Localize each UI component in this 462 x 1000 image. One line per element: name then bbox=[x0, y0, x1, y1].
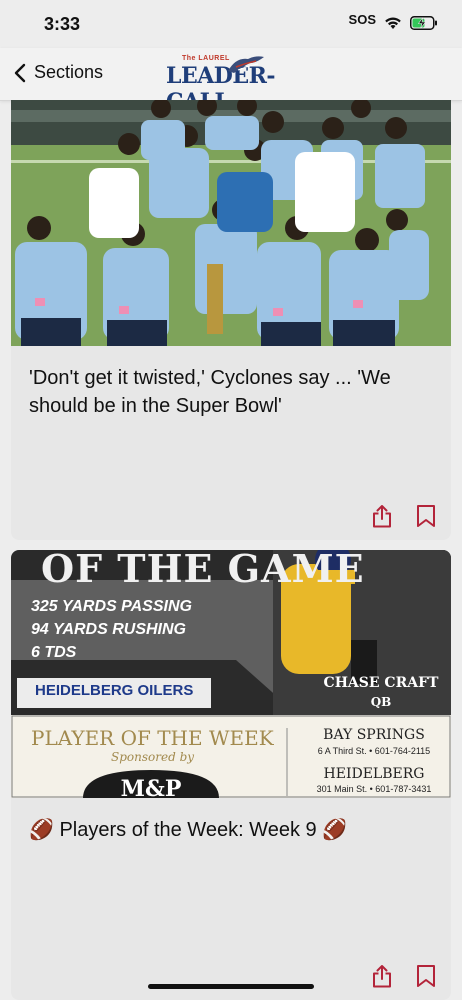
graphic-player-name: CHASE CRAFT bbox=[323, 675, 439, 691]
graphic-stat: 94 YARDS RUSHING bbox=[31, 621, 186, 638]
article-image-player-graphic[interactable]: OF THE GAME 325 YARDS PASSING 94 YARDS R… bbox=[11, 550, 451, 798]
logo-subtitle: The LAUREL bbox=[182, 55, 230, 62]
wifi-icon bbox=[385, 17, 401, 29]
chevron-left-icon bbox=[14, 63, 26, 82]
graphic-stat: 325 YARDS PASSING bbox=[31, 598, 192, 615]
back-button[interactable]: Sections bbox=[14, 62, 103, 83]
article-card[interactable]: OF THE GAME 325 YARDS PASSING 94 YARDS R… bbox=[11, 550, 451, 1000]
status-bar: 3:33 SOS bbox=[0, 0, 462, 48]
battery-charging-icon bbox=[410, 15, 437, 30]
leader-call-logo[interactable]: The LAUREL LEADER-CALL bbox=[166, 53, 292, 115]
navigation-bar: Sections The LAUREL LEADER-CALL bbox=[0, 48, 462, 115]
graphic-team-name: HEIDELBERG OILERS bbox=[35, 682, 194, 699]
status-indicators: SOS bbox=[348, 12, 438, 30]
team-photo-illustration bbox=[11, 100, 451, 346]
article-image-team-photo[interactable] bbox=[11, 100, 451, 346]
bookmark-icon[interactable] bbox=[415, 964, 437, 988]
graphic-location2-address: 301 Main St. • 601-787-3431 bbox=[316, 784, 432, 794]
status-time: 3:33 bbox=[44, 14, 81, 34]
bookmark-icon[interactable] bbox=[415, 504, 437, 528]
article-actions bbox=[371, 504, 437, 528]
graphic-banner-title: OF THE GAME bbox=[41, 550, 365, 591]
article-actions bbox=[371, 964, 437, 988]
graphic-potw-title: PLAYER OF THE WEEK bbox=[31, 726, 274, 750]
back-button-label: Sections bbox=[34, 62, 104, 82]
share-icon[interactable] bbox=[371, 504, 393, 528]
share-icon[interactable] bbox=[371, 964, 393, 988]
graphic-location1-name: BAY SPRINGS bbox=[323, 727, 425, 743]
article-headline[interactable]: 🏈 Players of the Week: Week 9 🏈 bbox=[29, 816, 439, 844]
graphic-location2-name: HEIDELBERG bbox=[323, 766, 425, 782]
graphic-location1-address: 6 A Third St. • 601-764-2115 bbox=[317, 746, 431, 756]
graphic-player-position: QB bbox=[370, 695, 392, 709]
graphic-stat: 6 TDS bbox=[31, 644, 77, 661]
home-indicator[interactable] bbox=[148, 984, 314, 989]
article-headline[interactable]: 'Don't get it twisted,' Cyclones say ...… bbox=[29, 364, 439, 420]
article-card[interactable]: 'Don't get it twisted,' Cyclones say ...… bbox=[11, 100, 451, 540]
sos-indicator: SOS bbox=[348, 12, 376, 27]
graphic-sponsor-logo: M&P bbox=[120, 776, 182, 798]
graphic-sponsored-by: Sponsored by bbox=[111, 750, 195, 764]
eagle-flag-icon bbox=[228, 56, 264, 73]
